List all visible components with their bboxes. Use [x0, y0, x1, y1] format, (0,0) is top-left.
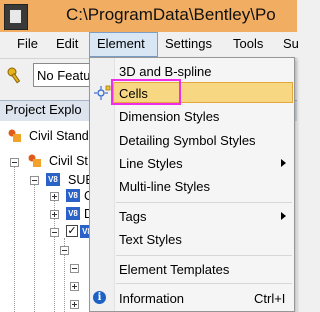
collapse-toggle[interactable]	[70, 264, 79, 273]
checkbox-checked-icon[interactable]: ✓	[66, 225, 78, 237]
menu-item-tags[interactable]: Tags	[119, 209, 146, 224]
tree-line	[14, 163, 15, 312]
expand-toggle[interactable]	[70, 300, 79, 309]
annotation-highlight-box	[111, 79, 181, 105]
menu-item-text-styles[interactable]: Text Styles	[119, 232, 182, 247]
v8-file-icon: V8	[66, 189, 80, 202]
collapse-toggle[interactable]	[30, 176, 39, 185]
app-icon[interactable]	[4, 4, 28, 30]
menu-item-multiline-styles[interactable]: Multi-line Styles	[119, 179, 210, 194]
menu-file[interactable]: File	[17, 36, 38, 51]
collapse-toggle[interactable]	[10, 158, 19, 167]
shortcut-information: Ctrl+I	[254, 291, 286, 306]
expand-toggle[interactable]	[70, 282, 79, 291]
menu-item-element-templates[interactable]: Element Templates	[119, 262, 229, 277]
expand-toggle[interactable]	[50, 210, 59, 219]
menu-item-information[interactable]: Information	[119, 291, 184, 306]
menu-separator	[116, 283, 292, 284]
menu-item-detailing-symbol-styles[interactable]: Detailing Symbol Styles	[119, 133, 256, 148]
collapse-toggle[interactable]	[60, 246, 69, 255]
collapse-toggle[interactable]	[50, 228, 59, 237]
tree-node-civil-standards[interactable]: Civil Stand	[29, 129, 89, 143]
menu-separator	[116, 255, 292, 256]
civil-standards-icon	[8, 129, 21, 142]
civil-standards-icon	[28, 154, 41, 167]
tree-node-civil-st[interactable]: Civil St	[49, 154, 88, 168]
menu-tools[interactable]: Tools	[233, 36, 263, 51]
info-icon: i	[93, 291, 106, 304]
menu-item-dimension-styles[interactable]: Dimension Styles	[119, 109, 219, 124]
window-title: C:\ProgramData\Bentley\Po	[66, 5, 276, 24]
menu-edit[interactable]: Edit	[56, 36, 78, 51]
menu-separator	[116, 202, 292, 203]
expand-toggle[interactable]	[50, 192, 59, 201]
submenu-arrow-icon	[281, 159, 286, 167]
v8-file-icon: V8	[46, 173, 60, 186]
menu-element[interactable]: Element	[97, 36, 145, 51]
v8-file-icon: V8	[66, 207, 80, 220]
menu-item-line-styles[interactable]: Line Styles	[119, 156, 183, 171]
submenu-arrow-icon	[281, 212, 286, 220]
cells-icon	[94, 85, 111, 100]
explorer-title: Project Explo	[5, 102, 82, 117]
feature-combo-value: No Featu	[37, 68, 91, 83]
menu-su[interactable]: Su	[283, 36, 299, 51]
key-icon[interactable]	[6, 66, 24, 84]
menu-settings[interactable]: Settings	[165, 36, 212, 51]
tree-line	[34, 183, 35, 312]
menu-item-3d-and-bspline[interactable]: 3D and B-spline	[119, 64, 212, 79]
